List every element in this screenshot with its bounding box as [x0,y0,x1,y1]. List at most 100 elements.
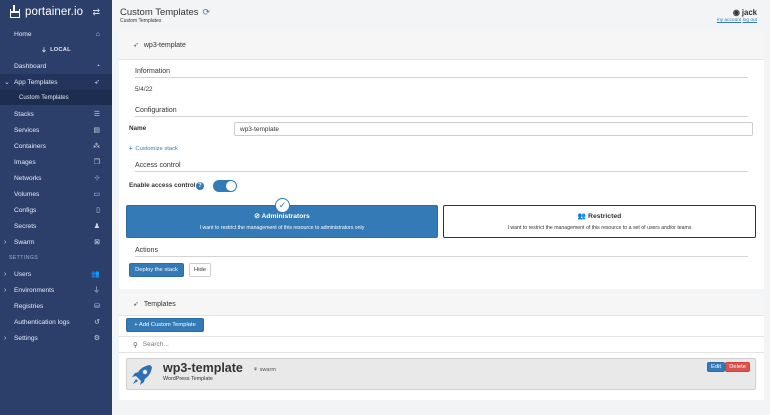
home-icon: ⌂ [95,30,100,38]
breadcrumb: Custom Templates [120,18,162,24]
sidebar-item-label: Services [14,126,40,134]
divider [135,77,748,78]
sidebar-item-label: Configs [14,206,37,214]
hide-button[interactable]: Hide [189,263,211,277]
panel-title: wp3-template [143,41,186,49]
sidebar-item-home[interactable]: Home ⌂ [0,26,112,42]
restricted-option[interactable]: 👥 Restricted I want to restrict the mana… [443,205,756,238]
refresh-icon[interactable]: ⟳ [203,7,211,18]
chevron-right-icon: › [4,334,7,342]
delete-template-button[interactable]: Delete [725,362,750,372]
search-icon: ⚲ [133,341,138,349]
check-icon: ✓ [275,198,290,213]
file-icon: ▯ [96,207,100,214]
sidebar-toggle-icon[interactable]: ⇄ [92,7,100,18]
enable-access-control-label: Enable access control [129,182,196,189]
sidebar-item-label: Authentication logs [14,318,70,326]
sidebar-item-secrets[interactable]: Secrets ♟ [0,218,112,234]
administrators-title-text: Administrators [261,213,310,220]
sidebar-item-containers[interactable]: Containers ⁂ [0,138,112,154]
plug-icon: ⏚ [41,48,48,54]
divider [135,256,748,257]
user-circle-icon: ◉ [732,8,740,17]
my-account-link[interactable]: my account [717,18,742,23]
rocket-icon: ➶ [94,79,100,86]
sidebar-item-label: Custom Templates [19,94,69,101]
logo[interactable]: portainer.io ⇄ [0,0,112,24]
sidebar-item-label: Registries [14,302,44,310]
log-out-link[interactable]: log out [743,18,757,23]
template-name: wp3-template [163,361,243,375]
chevron-down-icon: ⌄ [4,79,10,86]
toggle-knob [226,181,236,191]
logo-text: portainer.io [25,6,84,18]
edit-template-button[interactable]: Edit [707,362,725,372]
name-label: Name [129,125,147,132]
sidebar-item-custom-templates[interactable]: Custom Templates [0,90,112,105]
sidebar-item-services[interactable]: Services ▤ [0,122,112,138]
sidebar-item-volumes[interactable]: Volumes ▭ [0,186,112,202]
sidebar-item-label: Users [14,270,32,278]
users-icon: 👥 [577,213,587,220]
template-form-panel: ➶ wp3-template Information 5/4/22 Config… [119,31,764,289]
rocket-icon: ➶ [133,301,139,308]
sidebar-item-label: Home [14,30,32,38]
sidebar-item-stacks[interactable]: Stacks ☰ [0,106,112,122]
restricted-title-text: Restricted [588,213,622,220]
object-group-icon: ⊠ [94,239,100,246]
sidebar-item-configs[interactable]: Configs ▯ [0,202,112,218]
add-custom-template-button[interactable]: + Add Custom Template [126,318,204,332]
panel-header: ➶ wp3-template [119,31,764,60]
sidebar-item-app-templates[interactable]: ⌄ App Templates ➶ [0,74,112,90]
sidebar-item-registries[interactable]: Registries ⛁ [0,298,112,314]
sidebar-item-settings[interactable]: › Settings ⚙ [0,330,112,346]
customize-stack-label: Customize stack [135,146,178,152]
customize-stack-link[interactable]: + Customize stack [129,146,178,152]
sidebar-item-networks[interactable]: Networks ⊹ [0,170,112,186]
page-title: Custom Templates ⟳ [120,7,210,18]
sidebar-item-users[interactable]: › Users 👥 [0,266,112,282]
access-control-toggle[interactable] [213,180,237,192]
user-slash-icon: ⊘ [254,213,260,220]
template-description: WordPress Template [163,376,213,382]
access-control-title: Access control [135,162,181,169]
sidebar-item-authentication-logs[interactable]: Authentication logs ↺ [0,314,112,330]
plus-icon: + [129,146,133,152]
divider [135,171,748,172]
services-icon: ▤ [93,127,100,134]
help-icon: ? [196,182,204,190]
templates-panel: ➶ Templates + Add Custom Template ⚲ Sear… [119,293,764,400]
search-input[interactable]: Search... [143,341,169,348]
sidebar-item-dashboard[interactable]: Dashboard ◔ [0,58,112,74]
user-area: ◉ jack my account log out [717,8,757,23]
sidebar-item-environments[interactable]: › Environments ⏚ [0,282,112,298]
user-secret-icon: ♟ [93,223,100,230]
users-icon: 👥 [91,271,100,278]
page-header: Custom Templates ⟳ Custom Templates ◉ ja… [112,0,770,30]
username-text: jack [741,8,757,17]
template-card[interactable]: wp3-template ⚘ swarm WordPress Template … [126,358,756,390]
sidebar: portainer.io ⇄ Home ⌂ ⏚ LOCAL Dashboard … [0,0,112,415]
sidebar-item-label: Secrets [14,222,37,230]
chevron-right-icon: › [4,238,7,246]
list-icon: ☰ [93,111,100,118]
actions-title: Actions [135,247,158,254]
sidebar-item-label: App Templates [14,78,58,86]
chevron-right-icon: › [4,286,7,294]
swarm-icon: ⚘ [253,367,259,373]
panel-header: ➶ Templates [119,293,764,316]
divider [135,116,748,117]
sidebar-item-label: Containers [14,142,46,150]
information-value: 5/4/22 [135,86,153,93]
sidebar-item-label: Dashboard [14,62,47,70]
sidebar-item-label: Images [14,158,36,166]
sidebar-item-swarm[interactable]: › Swarm ⊠ [0,234,112,250]
sidebar-item-label: Networks [14,174,42,182]
user-links: my account log out [717,18,757,23]
endpoint-label: ⏚ LOCAL [0,42,112,58]
deploy-stack-button[interactable]: Deploy the stack [129,263,184,277]
sidebar-item-images[interactable]: Images ❐ [0,154,112,170]
search-bar: ⚲ Search... [119,336,764,353]
section-settings-label: SETTINGS [9,255,39,261]
name-input[interactable] [234,122,753,136]
